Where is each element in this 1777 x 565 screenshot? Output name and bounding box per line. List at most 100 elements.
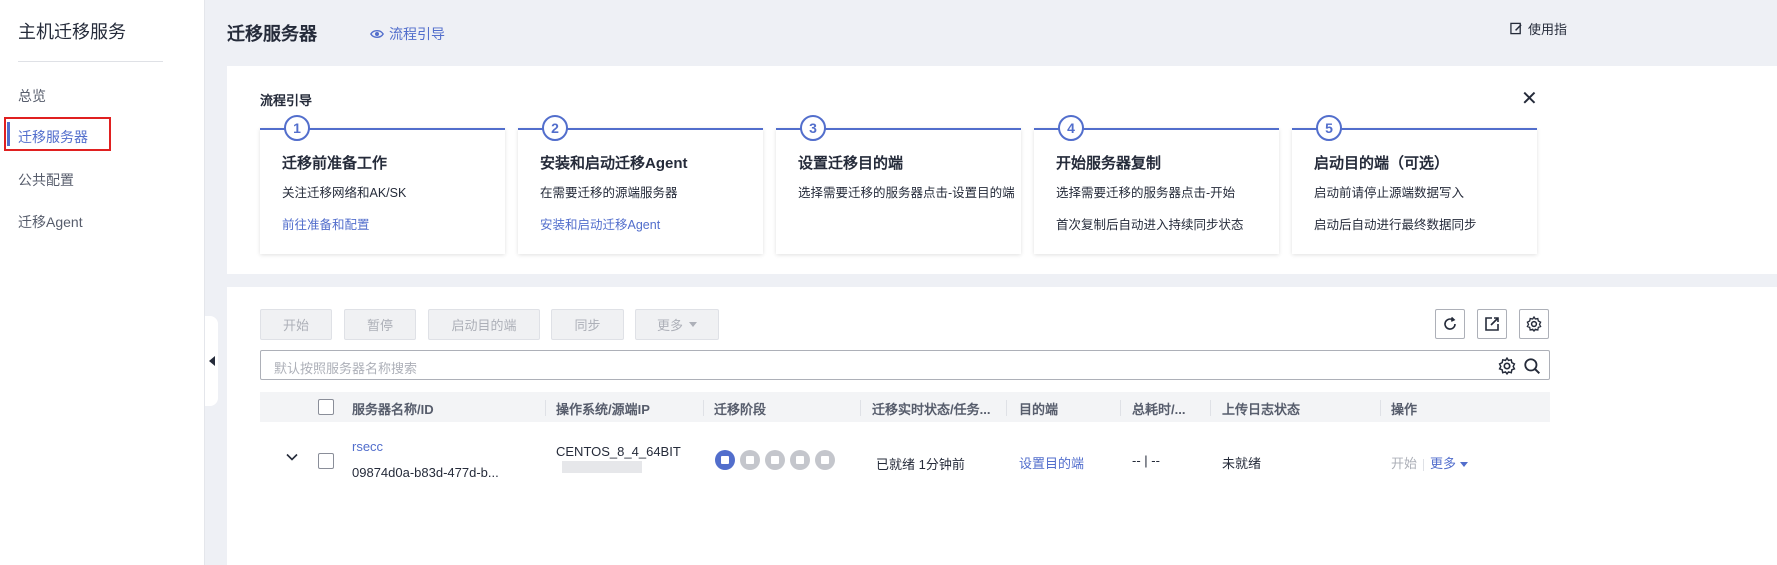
stage-flag-icon <box>740 450 760 470</box>
step-number: 4 <box>1058 115 1084 141</box>
flow-guide-title: 流程引导 <box>260 93 313 108</box>
step-desc-2: 首次复制后自动进入持续同步状态 <box>1056 218 1244 232</box>
search-settings-icon[interactable] <box>1498 357 1516 375</box>
launch-target-button[interactable]: 启动目的端 <box>428 309 540 340</box>
step-desc-2: 启动后自动进行最终数据同步 <box>1314 218 1477 232</box>
step-desc: 启动前请停止源端数据写入 <box>1314 186 1465 200</box>
user-guide-link[interactable]: 使用指 <box>1510 19 1567 38</box>
refresh-icon <box>1444 316 1456 330</box>
search-input[interactable]: 默认按照服务器名称搜索 <box>260 350 1550 380</box>
step-title: 迁移前准备工作 <box>282 155 388 172</box>
row-more-action[interactable]: 更多 <box>1430 456 1456 471</box>
row-start-action[interactable]: 开始 <box>1391 456 1417 471</box>
column-divider <box>1380 400 1381 416</box>
row-actions: 开始 更多 <box>1391 453 1469 472</box>
flow-step-1: 1 迁移前准备工作 关注迁移网络和AK/SK 前往准备和配置 <box>260 115 505 254</box>
action-divider <box>1423 458 1425 471</box>
stage-agent-icon <box>715 450 735 470</box>
step-number: 5 <box>1316 115 1342 141</box>
export-button[interactable] <box>1477 309 1507 339</box>
step-desc: 关注迁移网络和AK/SK <box>282 186 407 200</box>
col-duration[interactable]: 总耗时/... <box>1132 399 1185 418</box>
chevron-left-icon <box>208 356 215 366</box>
flow-guide-link[interactable]: 流程引导 <box>370 24 445 44</box>
column-divider <box>545 400 546 416</box>
pause-button[interactable]: 暂停 <box>344 309 416 340</box>
row-checkbox[interactable] <box>318 453 334 469</box>
flow-guide-panel: 流程引导 ✕ 1 迁移前准备工作 关注迁移网络和AK/SK 前往准备和配置 2 … <box>227 66 1777 274</box>
col-status[interactable]: 迁移实时状态/任务... <box>872 399 990 418</box>
refresh-button[interactable] <box>1435 309 1465 339</box>
more-label: 更多 <box>656 318 683 333</box>
edit-doc-icon <box>1510 22 1522 35</box>
sidebar-item-overview[interactable]: 总览 <box>18 86 46 106</box>
user-guide-label: 使用指 <box>1528 22 1568 37</box>
redacted-ip <box>562 461 642 473</box>
sidebar-item-public-config[interactable]: 公共配置 <box>18 170 74 190</box>
step-link[interactable]: 前往准备和配置 <box>282 214 370 233</box>
server-id: 09874d0a-b83d-477d-b... <box>352 465 499 480</box>
service-title: 主机迁移服务 <box>18 22 126 42</box>
highlight-box <box>4 117 111 151</box>
sidebar-collapse-button[interactable] <box>205 316 218 406</box>
stage-launch-icon <box>815 450 835 470</box>
col-os-ip[interactable]: 操作系统/源端IP <box>556 399 650 418</box>
caret-down-icon <box>689 322 697 327</box>
table-row: rsecc 09874d0a-b83d-477d-b... CENTOS_8_4… <box>260 423 1550 493</box>
os-name: CENTOS_8_4_64BIT <box>556 444 681 459</box>
migration-status: 已就绪 1分钟前 <box>876 457 965 472</box>
flow-guide-label: 流程引导 <box>389 26 445 42</box>
caret-down-icon <box>1460 462 1469 468</box>
column-divider <box>1006 400 1007 416</box>
flow-step-4: 4 开始服务器复制 选择需要迁移的服务器点击-开始 首次复制后自动进入持续同步状… <box>1034 115 1279 254</box>
migration-stage-icons <box>715 450 835 470</box>
settings-button[interactable] <box>1519 309 1549 339</box>
step-link[interactable]: 安装和启动迁移Agent <box>540 214 660 233</box>
column-divider <box>1210 400 1211 416</box>
search-placeholder: 默认按照服务器名称搜索 <box>274 361 418 376</box>
eye-icon <box>370 30 384 38</box>
column-divider <box>860 400 861 416</box>
column-divider <box>703 400 704 416</box>
column-divider <box>1120 400 1121 416</box>
server-name-link[interactable]: rsecc <box>352 439 383 454</box>
step-desc: 选择需要迁移的服务器点击-开始 <box>1056 186 1236 200</box>
stage-replicate-icon <box>790 450 810 470</box>
export-icon <box>1485 317 1499 331</box>
step-desc: 在需要迁移的源端服务器 <box>540 186 678 200</box>
page-title: 迁移服务器 <box>227 24 317 44</box>
set-target-link[interactable]: 设置目的端 <box>1019 453 1084 472</box>
step-title: 开始服务器复制 <box>1056 155 1162 172</box>
flow-step-2: 2 安装和启动迁移Agent 在需要迁移的源端服务器 安装和启动迁移Agent <box>518 115 763 254</box>
col-server-name[interactable]: 服务器名称/ID <box>352 399 434 418</box>
close-icon[interactable]: ✕ <box>1521 86 1538 111</box>
start-button[interactable]: 开始 <box>260 309 332 340</box>
flow-step-5: 5 启动目的端（可选） 启动前请停止源端数据写入 启动后自动进行最终数据同步 <box>1292 115 1537 254</box>
search-icon[interactable] <box>1523 357 1541 375</box>
col-log-status[interactable]: 上传日志状态 <box>1222 399 1300 418</box>
col-actions: 操作 <box>1391 402 1418 417</box>
log-status: 未就绪 <box>1222 456 1262 471</box>
step-number: 3 <box>800 115 826 141</box>
stage-sync-icon <box>765 450 785 470</box>
duration: -- | -- <box>1132 453 1160 468</box>
select-all-checkbox[interactable] <box>318 399 334 415</box>
server-list-panel: 开始 暂停 启动目的端 同步 更多 默认按照服务器名称搜索 服务器名称/ID 操… <box>227 287 1777 565</box>
step-desc: 选择需要迁移的服务器点击-设置目的端 <box>798 186 1015 200</box>
step-number: 1 <box>284 115 310 141</box>
step-title: 安装和启动迁移Agent <box>540 155 688 172</box>
sidebar: 主机迁移服务 总览 迁移服务器 公共配置 迁移Agent <box>0 0 205 565</box>
step-title: 设置迁移目的端 <box>798 155 904 172</box>
chevron-down-icon[interactable] <box>285 450 299 464</box>
col-target[interactable]: 目的端 <box>1019 399 1058 418</box>
step-title: 启动目的端（可选） <box>1314 155 1450 172</box>
table-header: 服务器名称/ID 操作系统/源端IP 迁移阶段 迁移实时状态/任务... 目的端… <box>260 392 1550 422</box>
sync-button[interactable]: 同步 <box>551 309 624 340</box>
more-dropdown[interactable]: 更多 <box>635 309 719 340</box>
step-number: 2 <box>542 115 568 141</box>
gear-icon <box>1526 316 1542 332</box>
flow-step-3: 3 设置迁移目的端 选择需要迁移的服务器点击-设置目的端 <box>776 115 1021 254</box>
sidebar-divider <box>18 61 163 62</box>
col-stage[interactable]: 迁移阶段 <box>714 399 766 418</box>
sidebar-item-agent[interactable]: 迁移Agent <box>18 212 83 232</box>
